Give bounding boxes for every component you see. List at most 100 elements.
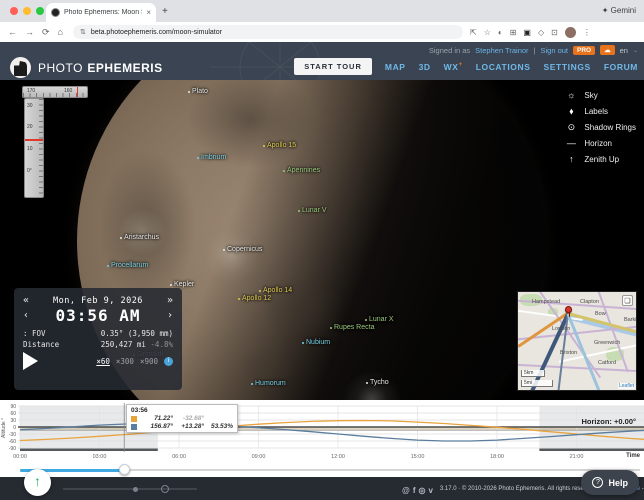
- scroll-top-button[interactable]: ↑: [24, 469, 51, 496]
- reading-list-icon[interactable]: ⊡: [551, 28, 558, 37]
- moon-label-apollo-12[interactable]: Apollo 12: [238, 295, 271, 302]
- gemini-button[interactable]: ✦ Gemini: [602, 6, 636, 15]
- wx-badge[interactable]: ☁: [600, 45, 615, 55]
- zoom-control[interactable]: [63, 488, 197, 490]
- brand[interactable]: PHOTO EPHEMERIS: [10, 57, 163, 78]
- speed-x300[interactable]: ×300: [116, 357, 134, 366]
- close-tab-icon[interactable]: ×: [146, 8, 151, 17]
- site-info-icon[interactable]: ⇅: [80, 28, 86, 36]
- back-icon[interactable]: ←: [8, 27, 17, 37]
- moon-label-copernicus[interactable]: Copernicus: [223, 246, 262, 253]
- moon-label-rupes-recta[interactable]: Rupes Recta: [330, 324, 374, 331]
- view-control-horizon[interactable]: —Horizon: [565, 138, 636, 149]
- azimuth-ruler: 170160: [22, 86, 88, 98]
- view-control-labels[interactable]: ⬧Labels: [565, 106, 636, 117]
- moon-label-humorum[interactable]: Humorum: [251, 380, 286, 387]
- date-display[interactable]: Mon, Feb 9, 2026: [53, 296, 143, 306]
- fov-label: FOV: [32, 329, 46, 338]
- moon-label-procellarum[interactable]: Procellarum: [107, 262, 148, 269]
- help-label: Help: [608, 478, 628, 488]
- x-tick-label: 06:00: [172, 454, 186, 460]
- nav-3d[interactable]: 3D: [419, 62, 431, 72]
- bookmark-star-icon[interactable]: ☆: [484, 28, 491, 37]
- close-window-button[interactable]: [10, 7, 18, 15]
- view-control-shadow-rings[interactable]: ⊙Shadow Rings: [565, 122, 636, 133]
- zoom-dot[interactable]: [133, 487, 138, 492]
- map-place-bow: Bow: [595, 311, 606, 317]
- altitude-tick-label: 10: [27, 146, 33, 152]
- facebook-icon[interactable]: f: [413, 486, 416, 495]
- zoom-window-button[interactable]: [36, 7, 44, 15]
- next-time-button[interactable]: ›: [167, 310, 173, 321]
- horizon-offset-label[interactable]: Horizon: +0.00°: [582, 417, 636, 426]
- tag-icon: ⬧: [565, 106, 577, 117]
- moon-label-tycho[interactable]: Tycho: [366, 379, 389, 386]
- moon-label-lunar-x[interactable]: Lunar X: [365, 316, 394, 323]
- browser-tab[interactable]: Photo Ephemeris: Moon Simu ×: [46, 3, 156, 22]
- moon-label-nubium[interactable]: Nubium: [302, 339, 330, 346]
- instagram-icon[interactable]: ◎: [418, 486, 425, 495]
- url-text[interactable]: beta.photoephemeris.com/moon-simulator: [91, 29, 222, 36]
- slider-handle[interactable]: [119, 464, 130, 475]
- zoom-ring[interactable]: [161, 485, 169, 493]
- mastodon-icon[interactable]: @: [402, 486, 410, 495]
- leaflet-attribution[interactable]: Leaflet: [618, 383, 635, 389]
- chevron-down-icon[interactable]: ⌄: [633, 47, 638, 54]
- home-icon[interactable]: ⌂: [58, 27, 63, 37]
- share-icon[interactable]: ⇱: [470, 28, 477, 37]
- extension-icon-2[interactable]: ⊞: [510, 28, 517, 37]
- view-control-sky[interactable]: ☼Sky: [565, 90, 636, 101]
- language-selector[interactable]: en: [620, 46, 628, 55]
- nav-map[interactable]: MAP: [385, 62, 406, 72]
- extension-icon-4[interactable]: ◇: [538, 28, 544, 37]
- minimize-window-button[interactable]: [23, 7, 31, 15]
- label-dot: [263, 145, 265, 147]
- help-button[interactable]: ? Help: [581, 470, 639, 495]
- moon-label-aristarchus[interactable]: Aristarchus: [120, 234, 159, 241]
- moon-label-apollo-15[interactable]: Apollo 15: [263, 142, 296, 149]
- start-tour-button[interactable]: START TOUR: [294, 58, 372, 75]
- location-pin[interactable]: [565, 306, 572, 313]
- nav-locations[interactable]: LOCATIONS: [476, 62, 531, 72]
- reload-icon[interactable]: ⟳: [42, 27, 50, 38]
- nav-forum[interactable]: FORUM: [604, 62, 638, 72]
- info-icon[interactable]: i: [164, 357, 173, 366]
- moon-label-plato[interactable]: Plato: [188, 88, 208, 95]
- user-name-link[interactable]: Stephen Trainor: [475, 46, 528, 55]
- sign-out-link[interactable]: Sign out: [541, 46, 569, 55]
- prev-day-button[interactable]: «: [23, 295, 29, 306]
- time-display[interactable]: 03:56 AM: [55, 306, 140, 325]
- moon-label-kepler[interactable]: Kepler: [170, 281, 194, 288]
- profile-avatar[interactable]: [565, 27, 576, 38]
- altitude-ruler: 3020100°: [24, 98, 44, 198]
- view-control-zenith-up[interactable]: ↑Zenith Up: [565, 154, 636, 165]
- time-axis: Time 00:0003:0006:0009:0012:0015:0018:00…: [0, 452, 644, 463]
- moon-label-imbrium[interactable]: Imbrium: [197, 154, 226, 161]
- play-button[interactable]: [23, 352, 38, 370]
- new-tab-button[interactable]: +: [162, 6, 168, 17]
- moon-label-apollo-14[interactable]: Apollo 14: [259, 287, 292, 294]
- address-bar[interactable]: ⇅ beta.photoephemeris.com/moon-simulator: [73, 25, 463, 39]
- forward-icon[interactable]: →: [25, 27, 34, 37]
- extension-icon-1[interactable]: ◐: [498, 28, 503, 37]
- speed-x60[interactable]: ×60: [96, 357, 110, 366]
- prev-time-button[interactable]: ‹: [23, 310, 29, 321]
- moon-label-apennines[interactable]: Apennines: [283, 167, 320, 174]
- pro-badge[interactable]: PRO: [573, 46, 595, 55]
- browser-menu-icon[interactable]: ⋮: [583, 28, 591, 37]
- altitude-chart[interactable]: 9060300-30-60-90Altitude ° 03:56 71.22°-…: [0, 400, 644, 452]
- nav-settings[interactable]: SETTINGS: [544, 62, 591, 72]
- view-controls: ☼Sky ⬧Labels ⊙Shadow Rings —Horizon ↑Zenith …: [565, 90, 636, 165]
- time-slider[interactable]: [0, 463, 644, 477]
- location-minimap[interactable]: HampsteadClaptonBowBarkingLondonGreenwic…: [517, 291, 637, 391]
- view-control-label: Sky: [584, 91, 597, 100]
- map-layers-button[interactable]: ❏: [622, 295, 633, 306]
- nav-wx[interactable]: WX+: [444, 62, 463, 72]
- vimeo-icon[interactable]: v: [428, 486, 432, 495]
- series-swatch: [131, 416, 137, 422]
- moon-label-lunar-v[interactable]: Lunar V: [298, 207, 327, 214]
- speed-x900[interactable]: ×900: [140, 357, 158, 366]
- next-day-button[interactable]: »: [167, 295, 173, 306]
- extension-icon-3[interactable]: ▣: [523, 28, 531, 37]
- moon-viewport[interactable]: Plato Apollo 15 Imbrium Apennines Lunar V Ari…: [0, 80, 644, 400]
